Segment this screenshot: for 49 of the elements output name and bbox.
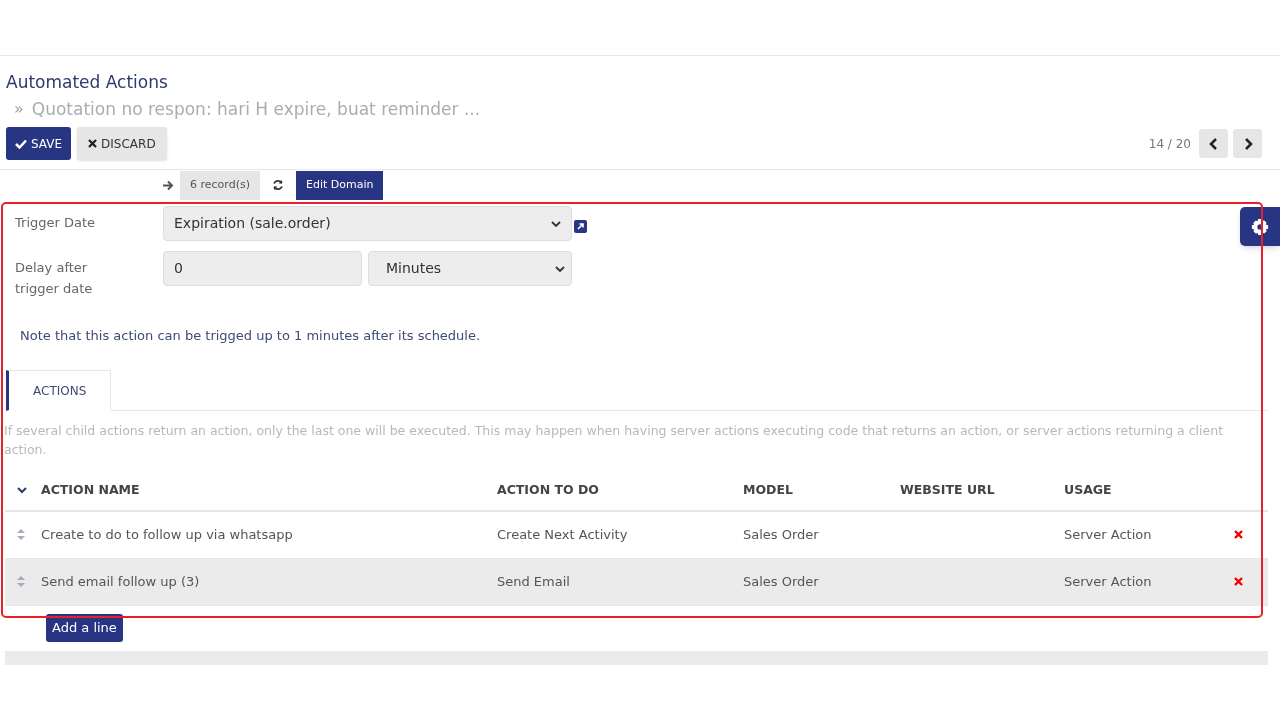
drag-handle-icon[interactable] [17, 529, 25, 541]
drag-handle-icon[interactable] [17, 576, 25, 587]
column-header[interactable]: MODEL [743, 482, 793, 498]
close-icon [88, 139, 98, 148]
add-line-button[interactable]: Add a line [46, 613, 123, 642]
breadcrumb-link[interactable]: Automated Actions [6, 71, 1274, 93]
help-text: If several child actions return an action, only the last one will be executed. This may happen when having server actions executing code that returns an action, or server actions returning a client action. [3, 422, 1225, 459]
chevron-down-icon[interactable] [17, 487, 27, 494]
settings-button[interactable] [1240, 207, 1280, 246]
table-cell: Send Email [497, 573, 570, 589]
breadcrumb-separator: » [14, 98, 24, 120]
chevron-right-icon [1242, 137, 1253, 150]
table-cell: Create Next Activity [497, 527, 628, 542]
column-header[interactable]: ACTION NAME [41, 482, 140, 498]
field-label: Trigger Date [15, 214, 97, 232]
save-button[interactable]: SAVE [6, 127, 72, 160]
table-cell: Send email follow up (3) [41, 573, 200, 589]
chevron-down-icon [551, 220, 561, 227]
table-cell: Server Action [1064, 573, 1152, 589]
next-button[interactable] [1233, 129, 1262, 158]
chevron-left-icon [1208, 137, 1219, 150]
trigger-date-select[interactable]: Expiration (sale.order) [163, 206, 572, 241]
delay-input[interactable]: 0 [163, 251, 362, 286]
table-cell: Sales Order [743, 573, 819, 589]
delete-icon[interactable] [1234, 530, 1243, 540]
column-header[interactable]: WEBSITE URL [900, 482, 995, 498]
delay-unit-select[interactable]: Minutes [368, 251, 572, 286]
external-link-icon[interactable] [574, 220, 587, 233]
previous-button[interactable] [1199, 129, 1228, 158]
settings-icon [1251, 217, 1269, 236]
table-cell: Create to do to follow up via whatsapp [41, 527, 293, 542]
edit-domain-button[interactable]: Edit Domain [295, 170, 384, 200]
record-title: Quotation no respon: hari H expire, buat reminder ... [31, 98, 481, 120]
refresh-icon[interactable] [271, 179, 284, 191]
delete-icon[interactable] [1234, 577, 1243, 586]
discard-button[interactable]: DISCARD [77, 127, 167, 160]
field-label: Delay after trigger date [15, 259, 94, 298]
table-row[interactable]: Create to do to follow up via whatsapp Create Next Activity Sales Order Server Action [5, 511, 1268, 558]
column-header[interactable]: USAGE [1064, 482, 1112, 498]
record-count-button[interactable]: 6 record(s) [180, 170, 260, 200]
chevron-down-icon [555, 265, 565, 272]
schedule-note: Note that this action can be trigged up to 1 minutes after its schedule. [20, 328, 481, 343]
column-header[interactable]: ACTION TO DO [497, 482, 599, 498]
arrow-right-icon [162, 179, 174, 191]
check-icon [15, 138, 27, 149]
pager-value: 14 / 20 [1148, 135, 1191, 153]
table-cell: Sales Order [743, 527, 819, 542]
table-cell: Server Action [1064, 527, 1152, 542]
tab[interactable]: ACTIONS [6, 370, 112, 411]
